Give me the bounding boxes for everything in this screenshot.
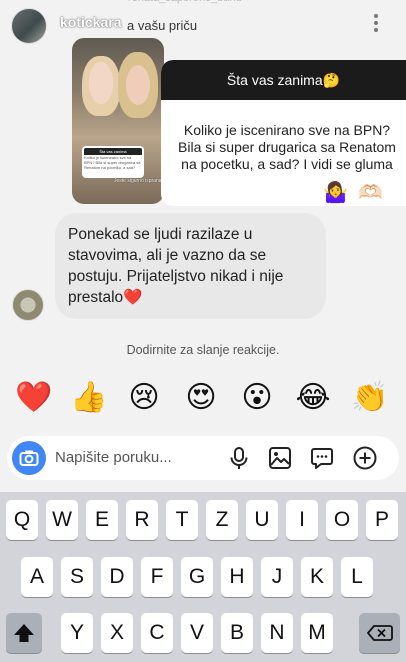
message-bubble[interactable]: Ponekad se ljudi razilaze u stavovima, a… bbox=[55, 213, 326, 319]
reaction-clapping-button[interactable]: 👏 bbox=[350, 378, 390, 418]
backspace-key[interactable] bbox=[359, 613, 400, 653]
avatar[interactable] bbox=[11, 8, 47, 44]
key-z[interactable]: Z bbox=[206, 500, 238, 540]
reaction-heart-eyes-button[interactable]: 😍 bbox=[181, 378, 221, 418]
reaction-surprised-button[interactable]: 😮 bbox=[237, 378, 277, 418]
key-b[interactable]: B bbox=[221, 613, 253, 653]
reply-to-story-label: a vašu priču bbox=[127, 18, 198, 33]
reaction-heart-button[interactable]: ❤️ bbox=[14, 378, 54, 418]
story-card-title: Šta vas zanima bbox=[84, 148, 142, 155]
key-l[interactable]: L bbox=[341, 557, 373, 597]
keyboard: Q W E R T Z U I O P A S D F G H J K L Y … bbox=[0, 492, 406, 662]
gallery-icon[interactable] bbox=[267, 445, 293, 471]
key-x[interactable]: X bbox=[101, 613, 133, 653]
camera-icon bbox=[19, 450, 39, 466]
key-k[interactable]: K bbox=[301, 557, 333, 597]
question-title: Šta vas zanima🤔 bbox=[161, 60, 406, 100]
key-p[interactable]: P bbox=[366, 500, 398, 540]
question-sticker: Šta vas zanima🤔 Koliko je iscenirano sve… bbox=[161, 60, 406, 206]
key-i[interactable]: I bbox=[286, 500, 318, 540]
story-photo-person-1 bbox=[82, 56, 120, 116]
key-r[interactable]: R bbox=[126, 500, 158, 540]
shift-arrow-icon bbox=[14, 624, 34, 642]
microphone-icon[interactable] bbox=[226, 445, 252, 471]
story-question-card: Šta vas zanima Koliko je iscenirano sve … bbox=[82, 146, 144, 178]
reaction-thumbs-up-button[interactable]: 👍 bbox=[69, 378, 109, 418]
key-e[interactable]: E bbox=[86, 500, 118, 540]
camera-button[interactable] bbox=[12, 441, 46, 475]
backspace-icon bbox=[367, 625, 393, 641]
key-j[interactable]: J bbox=[261, 557, 293, 597]
sender-avatar[interactable] bbox=[12, 289, 44, 321]
question-text: Koliko je iscenirano sve na BPN? Bila si… bbox=[178, 122, 396, 172]
story-card-text: Koliko je iscenirano sve na BPN? Bila si… bbox=[84, 155, 141, 170]
key-a[interactable]: A bbox=[21, 557, 53, 597]
key-f[interactable]: F bbox=[141, 557, 173, 597]
key-c[interactable]: C bbox=[141, 613, 173, 653]
reaction-crying-button[interactable]: 😢 bbox=[124, 378, 164, 418]
key-m[interactable]: M bbox=[301, 613, 333, 653]
message-composer: Napišite poruku... bbox=[7, 436, 399, 480]
story-caption: Jeste sigurno isprana bbox=[114, 178, 162, 184]
story-photo-person-2 bbox=[118, 52, 158, 118]
username[interactable]: kotickara bbox=[60, 14, 121, 30]
reaction-hint: Dodirnite za slanje reakcije. bbox=[126, 343, 280, 357]
key-d[interactable]: D bbox=[101, 557, 133, 597]
key-h[interactable]: H bbox=[221, 557, 253, 597]
key-o[interactable]: O bbox=[326, 500, 358, 540]
story-reply-header: renata_saperone_band kotickara a vašu pr… bbox=[0, 0, 406, 52]
key-w[interactable]: W bbox=[46, 500, 78, 540]
key-v[interactable]: V bbox=[181, 613, 213, 653]
reaction-laughing-button[interactable]: 😂 bbox=[293, 378, 333, 418]
key-q[interactable]: Q bbox=[6, 500, 38, 540]
message-input[interactable]: Napišite poruku... bbox=[55, 449, 172, 466]
key-s[interactable]: S bbox=[61, 557, 93, 597]
sticker-chat-icon[interactable] bbox=[309, 445, 335, 471]
key-y[interactable]: Y bbox=[61, 613, 93, 653]
heart-hands-icon: 🫶🏻 bbox=[358, 182, 383, 204]
more-options-icon[interactable] bbox=[370, 12, 382, 36]
key-t[interactable]: T bbox=[166, 500, 198, 540]
message-text: Ponekad se ljudi razilaze u stavovima, a… bbox=[68, 226, 284, 306]
add-plus-icon[interactable] bbox=[352, 445, 378, 471]
story-thumbnail[interactable]: Šta vas zanima Koliko je iscenirano sve … bbox=[72, 38, 164, 204]
faded-story-handle: renata_saperone_band bbox=[128, 0, 242, 4]
woman-shrugging-icon: 🤷‍♀️ bbox=[323, 182, 348, 204]
shift-key[interactable] bbox=[6, 613, 42, 653]
key-n[interactable]: N bbox=[261, 613, 293, 653]
key-g[interactable]: G bbox=[181, 557, 213, 597]
key-u[interactable]: U bbox=[246, 500, 278, 540]
